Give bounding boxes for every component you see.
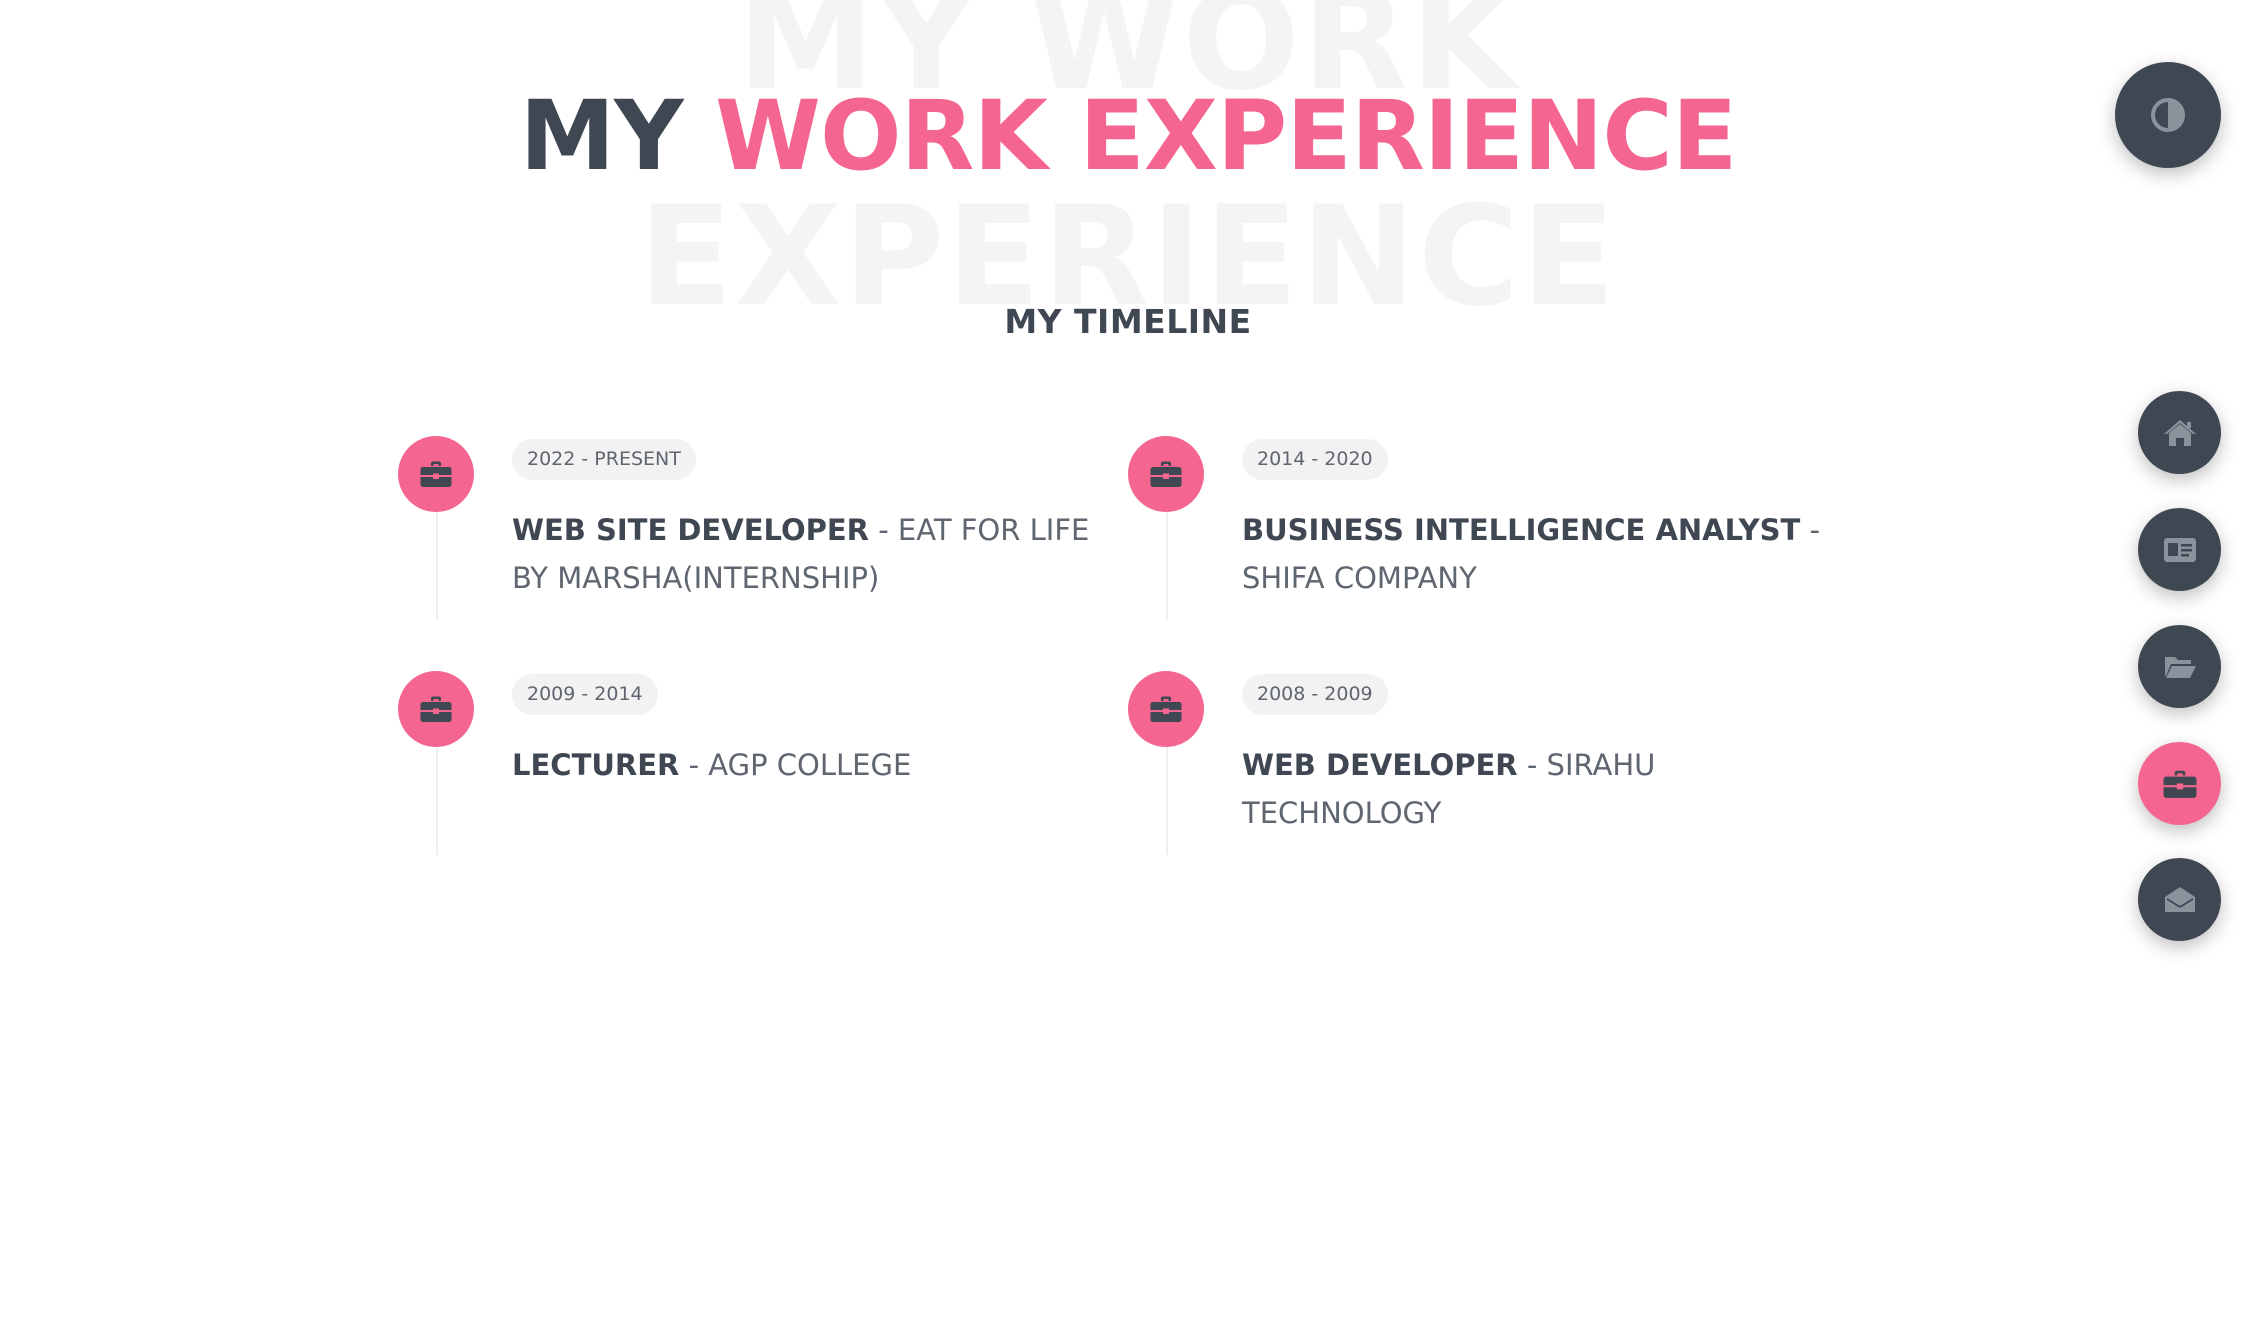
timeline-heading: MY TIMELINE xyxy=(1004,302,1252,341)
home-icon xyxy=(2163,419,2196,446)
briefcase-icon xyxy=(398,671,474,747)
timeline-role: WEB DEVELOPER xyxy=(1242,748,1518,782)
timeline-separator: - xyxy=(679,748,709,782)
timeline-title: LECTURER - AGP COLLEGE xyxy=(512,741,1112,789)
timeline-period-badge: 2022 - PRESENT xyxy=(512,439,696,480)
timeline-connector xyxy=(1166,512,1168,620)
timeline-company: SHIFA COMPANY xyxy=(1242,561,1477,595)
theme-toggle-button[interactable] xyxy=(2115,62,2221,168)
timeline-separator: - xyxy=(869,513,898,547)
timeline-title: WEB DEVELOPER - SIRAHU TECHNOLOGY xyxy=(1242,741,1842,837)
nav-experience-button[interactable] xyxy=(2138,742,2221,825)
nav-about-button[interactable] xyxy=(2138,508,2221,591)
page-title: MY WORK EXPERIENCE xyxy=(0,88,2256,184)
half-circle-contrast-icon xyxy=(2151,98,2185,132)
timeline-title: WEB SITE DEVELOPER - EAT FOR LIFE BY MAR… xyxy=(512,506,1112,602)
page-title-prefix: MY xyxy=(519,80,684,192)
timeline-company: AGP COLLEGE xyxy=(708,748,912,782)
briefcase-icon xyxy=(398,436,474,512)
nav-portfolio-button[interactable] xyxy=(2138,625,2221,708)
timeline-separator: - xyxy=(1517,748,1547,782)
timeline-connector xyxy=(436,512,438,620)
page-title-accent: WORK EXPERIENCE xyxy=(715,80,1737,192)
folder-open-icon xyxy=(2164,656,2196,678)
timeline-period-badge: 2009 - 2014 xyxy=(512,674,658,715)
timeline-title: BUSINESS INTELLIGENCE ANALYST - SHIFA CO… xyxy=(1242,506,1842,602)
page: MY WORK EXPERIENCE MY WORK EXPERIENCE MY… xyxy=(0,0,2256,1318)
timeline-connector xyxy=(1166,747,1168,855)
timeline-period-badge: 2008 - 2009 xyxy=(1242,674,1388,715)
briefcase-icon xyxy=(1128,436,1204,512)
timeline-separator: - xyxy=(1800,513,1820,547)
timeline-connector xyxy=(436,747,438,855)
timeline-period-badge: 2014 - 2020 xyxy=(1242,439,1388,480)
nav-contact-button[interactable] xyxy=(2138,858,2221,941)
briefcase-icon xyxy=(1128,671,1204,747)
nav-home-button[interactable] xyxy=(2138,391,2221,474)
timeline-role: LECTURER xyxy=(512,748,680,782)
envelope-open-icon xyxy=(2164,886,2195,912)
timeline-role: WEB SITE DEVELOPER xyxy=(512,513,869,547)
timeline-role: BUSINESS INTELLIGENCE ANALYST xyxy=(1242,513,1801,547)
briefcase-icon xyxy=(2163,770,2196,798)
id-card-icon xyxy=(2163,537,2196,562)
